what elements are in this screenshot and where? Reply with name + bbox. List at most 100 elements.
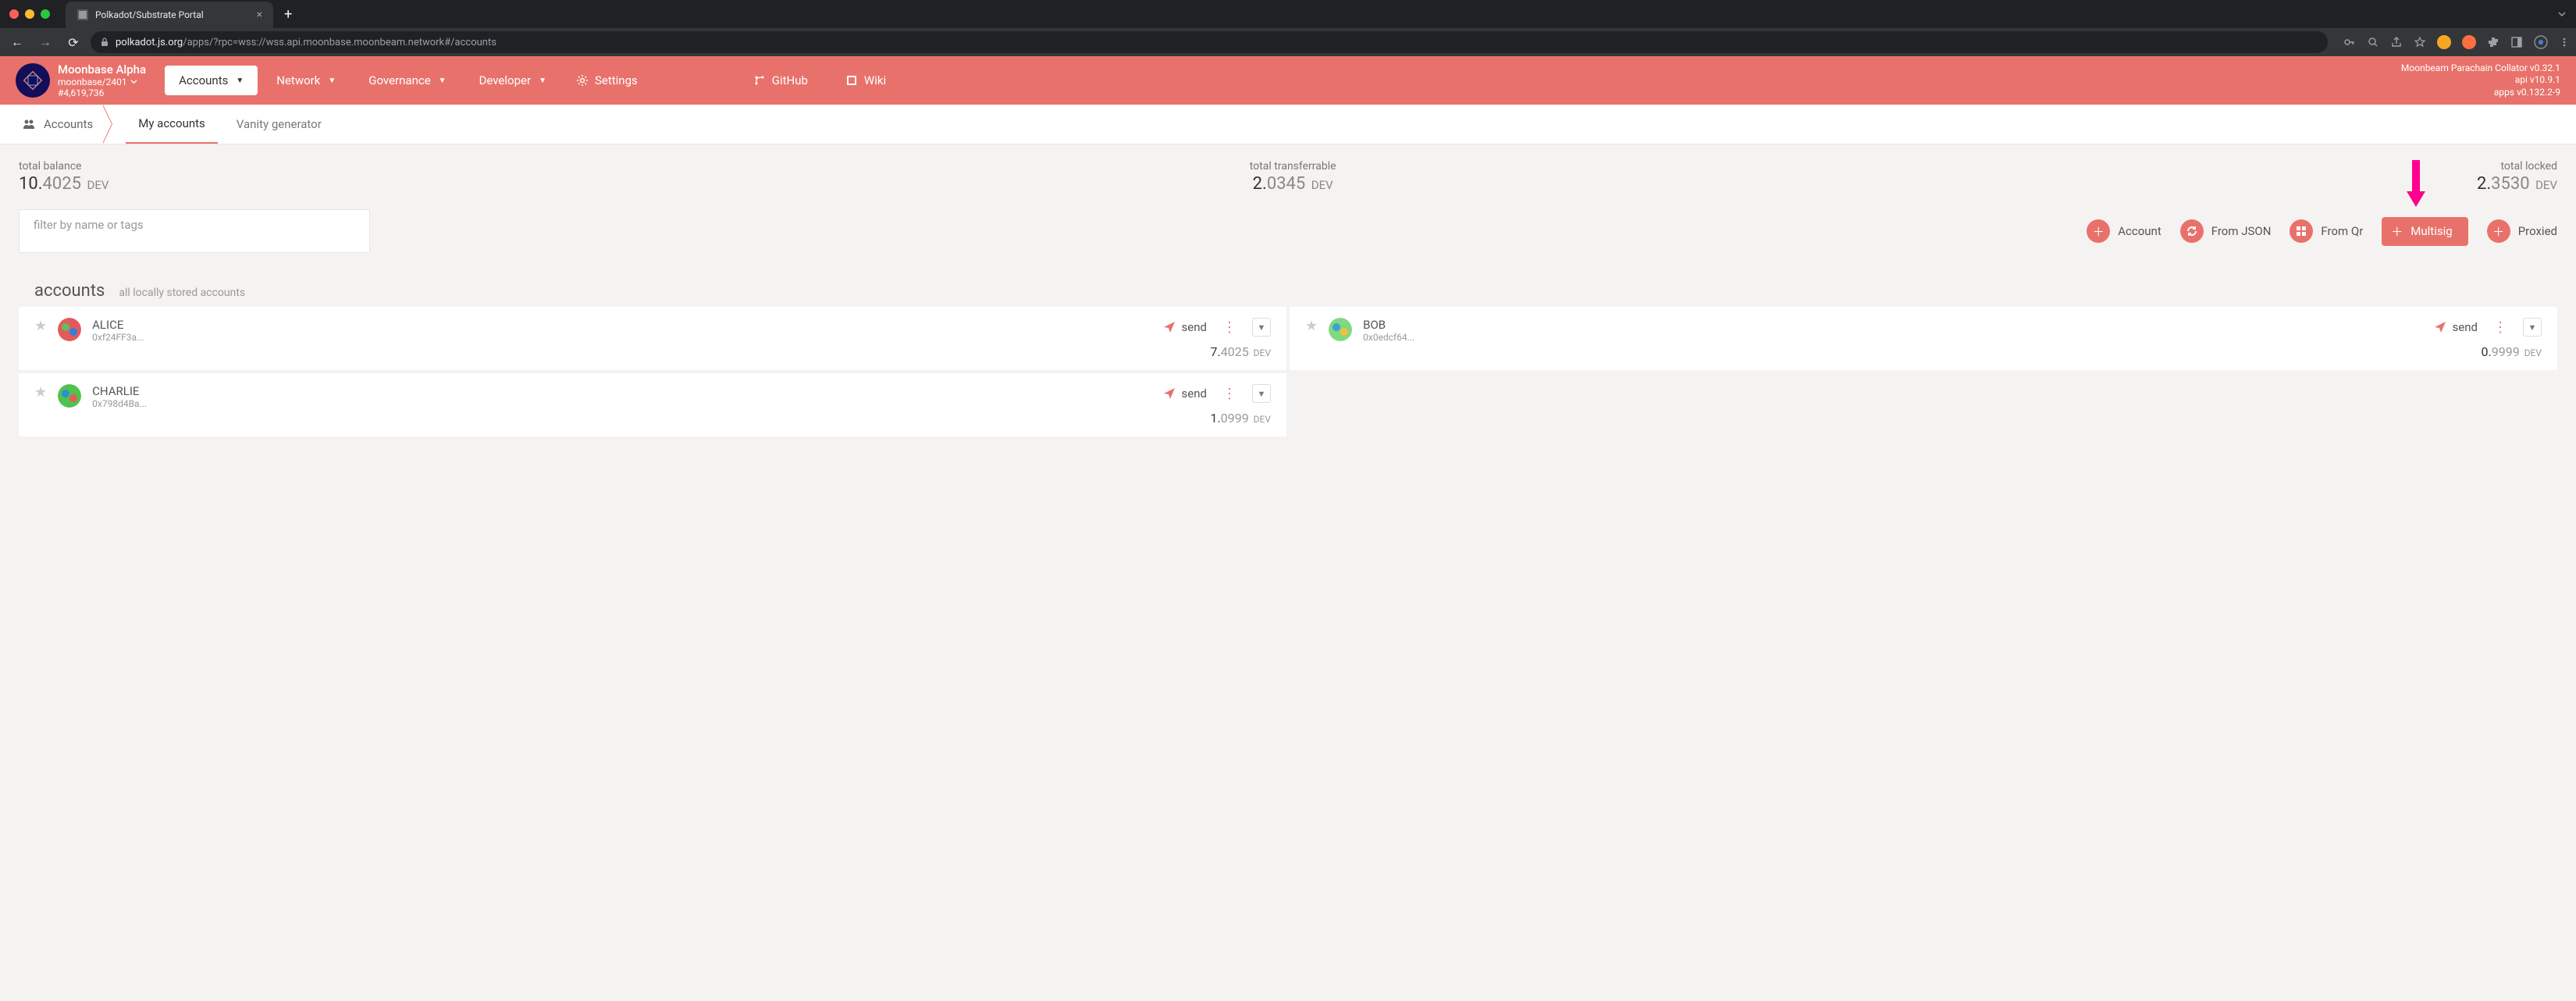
account-name: CHARLIE: [92, 384, 1104, 398]
nav-network[interactable]: Network ▼: [262, 66, 350, 95]
from-qr-button[interactable]: From Qr: [2290, 219, 2363, 243]
tab-my-accounts[interactable]: My accounts: [126, 105, 218, 144]
sub-nav: Accounts My accounts Vanity generator: [0, 105, 2576, 144]
url-field[interactable]: polkadot.js.org/apps/?rpc=wss://wss.api.…: [91, 31, 2328, 53]
actions-row: filter by name or tags ＋ Account From JS…: [19, 209, 2557, 253]
accounts-grid: ★ ALICE 0xf24FF3a... send ⋮ ▼ 7.4025 DEV: [19, 307, 2557, 436]
url-text: polkadot.js.org/apps/?rpc=wss://wss.api.…: [116, 37, 496, 48]
close-window-button[interactable]: [9, 9, 19, 19]
share-icon[interactable]: [2390, 36, 2403, 48]
nav-wiki[interactable]: Wiki: [834, 73, 897, 87]
nav-settings[interactable]: Settings: [565, 73, 649, 87]
content: total balance 10.4025 DEV total transfer…: [0, 144, 2576, 452]
nav-governance[interactable]: Governance ▼: [354, 66, 460, 95]
browser-chrome: Polkadot/Substrate Portal × + ← → ⟳ polk…: [0, 0, 2576, 56]
github-icon: [753, 74, 766, 87]
total-transferrable: total transferrable 2.0345 DEV: [1250, 160, 1336, 194]
network-name: Moonbase Alpha: [58, 62, 146, 77]
account-menu-button[interactable]: ⋮: [2489, 319, 2512, 336]
extension-icon[interactable]: [2462, 35, 2476, 49]
menu-icon[interactable]: [2559, 37, 2570, 48]
chevron-down-icon: ▼: [236, 77, 244, 85]
send-button[interactable]: send: [1163, 387, 1207, 401]
panel-icon[interactable]: [2510, 36, 2523, 48]
minimize-window-button[interactable]: [25, 9, 34, 19]
account-balance: 1.0999 DEV: [1211, 411, 1272, 426]
network-chain: moonbase/2401: [58, 77, 146, 87]
send-button[interactable]: send: [1163, 320, 1207, 334]
send-icon: [1163, 387, 1176, 400]
reload-button[interactable]: ⟳: [62, 31, 84, 53]
lock-icon: [100, 37, 109, 47]
nav-accounts[interactable]: Accounts ▼: [165, 66, 258, 95]
favorite-star[interactable]: ★: [34, 384, 47, 401]
chevron-down-icon: ▼: [328, 77, 336, 85]
network-info[interactable]: Moonbase Alpha moonbase/2401 #4,619,736: [58, 62, 146, 99]
account-avatar: [58, 318, 81, 341]
sync-icon: [2180, 219, 2204, 243]
new-tab-button[interactable]: +: [284, 6, 292, 23]
nav-github[interactable]: GitHub: [742, 73, 819, 87]
filter-input[interactable]: filter by name or tags: [19, 209, 370, 253]
account-avatar: [1329, 318, 1352, 341]
account-menu-button[interactable]: ⋮: [1218, 386, 1241, 402]
plus-icon: ＋: [2391, 223, 2403, 240]
totals-row: total balance 10.4025 DEV total transfer…: [19, 160, 2557, 194]
maximize-window-button[interactable]: [41, 9, 50, 19]
accounts-title: accounts: [34, 281, 105, 301]
account-balance: 7.4025 DEV: [1211, 344, 1272, 359]
forward-button[interactable]: →: [34, 31, 56, 53]
account-avatar: [58, 384, 81, 408]
browser-action-icons: [2343, 35, 2570, 49]
profile-icon[interactable]: [2534, 35, 2548, 49]
version-info: Moonbeam Parachain Collator v0.32.1 api …: [2401, 62, 2560, 99]
close-tab-button[interactable]: ×: [257, 9, 262, 21]
send-icon: [1163, 321, 1176, 333]
send-icon: [2434, 321, 2446, 333]
url-bar-row: ← → ⟳ polkadot.js.org/apps/?rpc=wss://ws…: [0, 28, 2576, 56]
app-header: Moonbase Alpha moonbase/2401 #4,619,736 …: [0, 56, 2576, 105]
key-icon[interactable]: [2343, 36, 2356, 48]
from-json-button[interactable]: From JSON: [2180, 219, 2272, 243]
account-card: ★ BOB 0x0edcf64... send ⋮ ▼ 0.9999 DEV: [1290, 307, 2557, 370]
expand-button[interactable]: ▼: [1252, 384, 1271, 403]
account-card: ★ CHARLIE 0x798d4Ba... send ⋮ ▼ 1.0999 D…: [19, 373, 1286, 436]
qr-icon: [2290, 219, 2313, 243]
users-icon: [22, 117, 36, 131]
tab-vanity-generator[interactable]: Vanity generator: [224, 105, 334, 144]
accounts-subtitle: all locally stored accounts: [119, 287, 245, 299]
back-button[interactable]: ←: [6, 31, 28, 53]
send-button[interactable]: send: [2434, 320, 2478, 334]
total-locked: total locked 2.3530 DEV: [2477, 160, 2557, 194]
network-logo[interactable]: [16, 63, 50, 98]
multisig-button[interactable]: ＋ Multisig: [2382, 217, 2467, 246]
breadcrumb[interactable]: Accounts: [12, 105, 102, 144]
tab-favicon: [76, 9, 89, 21]
favorite-star[interactable]: ★: [34, 318, 47, 334]
account-name: ALICE: [92, 318, 1104, 332]
plus-icon: ＋: [2087, 219, 2110, 243]
tab-title: Polkadot/Substrate Portal: [95, 9, 204, 20]
nav-developer[interactable]: Developer ▼: [465, 66, 560, 95]
expand-button[interactable]: ▼: [2523, 318, 2542, 337]
extensions-icon[interactable]: [2487, 36, 2500, 48]
star-icon[interactable]: [2414, 36, 2426, 48]
total-balance: total balance 10.4025 DEV: [19, 160, 109, 194]
account-menu-button[interactable]: ⋮: [1218, 319, 1241, 336]
add-account-button[interactable]: ＋ Account: [2087, 219, 2161, 243]
proxied-button[interactable]: ＋ Proxied: [2487, 219, 2557, 243]
window-controls: [9, 9, 50, 19]
browser-tab[interactable]: Polkadot/Substrate Portal ×: [66, 2, 273, 28]
extension-icon[interactable]: [2437, 35, 2451, 49]
expand-button[interactable]: ▼: [1252, 318, 1271, 337]
favorite-star[interactable]: ★: [1305, 318, 1318, 334]
account-balance: 0.9999 DEV: [2482, 344, 2542, 359]
tab-dropdown-icon[interactable]: [2557, 9, 2567, 19]
gear-icon: [576, 74, 589, 87]
account-card: ★ ALICE 0xf24FF3a... send ⋮ ▼ 7.4025 DEV: [19, 307, 1286, 370]
network-block: #4,619,736: [58, 87, 146, 98]
account-address: 0x798d4Ba...: [92, 398, 1104, 409]
tab-bar: Polkadot/Substrate Portal × +: [0, 0, 2576, 28]
book-icon: [845, 74, 858, 87]
zoom-icon[interactable]: [2367, 36, 2379, 48]
